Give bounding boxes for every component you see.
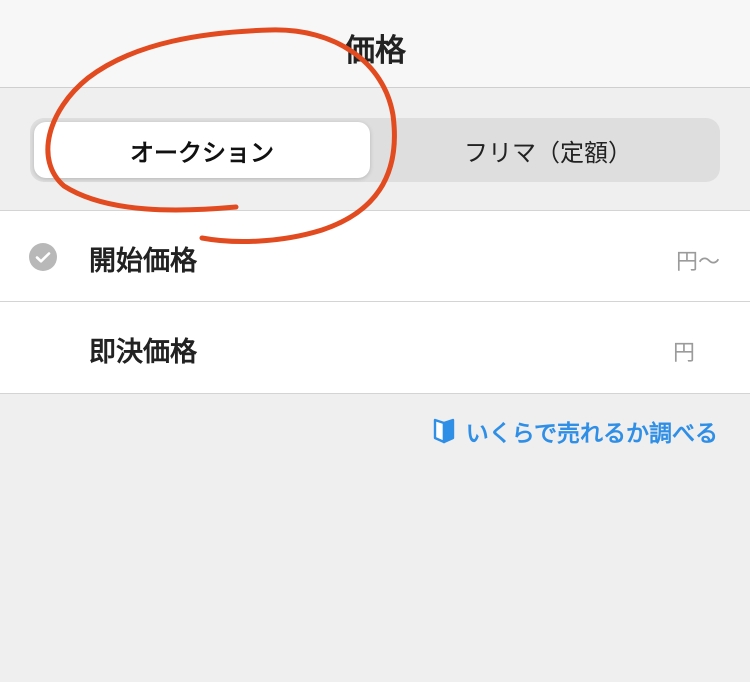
listing-type-segmented-control: オークション フリマ（定額） <box>30 118 720 182</box>
auction-segment[interactable]: オークション <box>34 122 370 178</box>
nav-header: 価格 <box>0 0 750 88</box>
beginner-mark-icon <box>433 418 454 444</box>
start-price-row[interactable]: 開始価格 円〜 <box>0 211 750 302</box>
start-price-label: 開始価格 <box>89 246 197 277</box>
flea-market-segment[interactable]: フリマ（定額） <box>380 122 716 178</box>
price-check-link-label: いくらで売れるか調べる <box>465 421 718 447</box>
buyout-price-unit: 円 <box>672 341 695 366</box>
price-check-link[interactable]: いくらで売れるか調べる <box>432 414 718 448</box>
check-circle-icon <box>29 243 57 271</box>
checkmark-icon <box>35 252 51 263</box>
buyout-price-row[interactable]: 即決価格 円 <box>0 302 750 393</box>
page-title: 価格 <box>344 33 406 69</box>
buyout-price-label: 即決価格 <box>89 337 197 368</box>
start-price-unit: 円〜 <box>675 250 720 275</box>
price-form: 開始価格 円〜 即決価格 円 <box>0 210 750 394</box>
